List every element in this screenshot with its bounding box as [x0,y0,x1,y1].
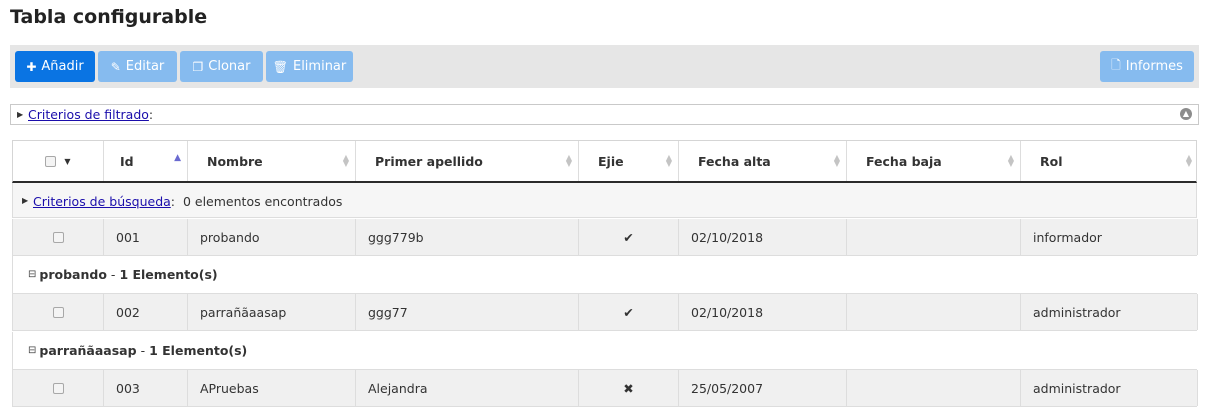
search-criteria-link[interactable]: Criterios de búsqueda [33,194,171,209]
sort-asc-icon: ▲ [174,153,181,163]
group-count: 1 Elemento(s) [149,343,248,358]
cell-id: 002 [104,294,188,330]
cell-apellido: Alejandra [356,370,579,406]
column-header-fecha-alta-label: Fecha alta [698,153,771,169]
delete-button[interactable]: 🗑 Eliminar [266,51,353,82]
cell-fecha-alta: 02/10/2018 [679,294,847,330]
cell-rol: administrador [1021,370,1198,406]
select-all-cell[interactable]: ▼ [13,141,104,181]
sort-icon: ▲ ▼ [342,153,349,168]
toolbar: ✚ Añadir ✎ Editar ❐ Clonar 🗑 Eliminar 🗋 … [10,45,1199,88]
table-header: ▼ Id ▲ Nombre ▲ ▼ Primer apellido ▲ ▼ Ejie… [12,140,1197,183]
chevron-down-icon[interactable]: ▼ [64,157,70,166]
table-row[interactable]: 002 parrañãaasap ggg77 ✔ 02/10/2018 admi… [12,294,1198,331]
column-header-apellido-label: Primer apellido [375,153,483,169]
reports-button[interactable]: 🗋 Informes [1100,51,1194,82]
group-name: probando [39,267,107,282]
filter-panel: ▶ Criterios de filtrado: ▲ [10,104,1199,125]
group-count: 1 Elemento(s) [119,267,218,282]
column-header-nombre-label: Nombre [207,153,263,169]
filter-criteria-suffix: : [148,107,154,122]
column-header-rol-label: Rol [1040,153,1063,169]
caret-right-icon[interactable]: ▶ [22,196,28,205]
group-name: parrañãaasap [39,343,137,358]
column-header-id-label: Id [120,153,134,169]
sort-icon: ▲ ▼ [665,153,672,168]
cell-apellido: ggg77 [356,294,579,330]
filter-criteria-link[interactable]: Criterios de filtrado [28,107,149,122]
cell-rol: informador [1021,219,1198,255]
cross-icon: ✖ [579,370,679,406]
column-header-fecha-baja-label: Fecha baja [866,153,942,169]
sort-icon: ▲ ▼ [1185,153,1192,168]
plus-icon: ✚ [26,59,37,74]
collapse-group-icon[interactable]: ⊟ [28,345,36,356]
cell-fecha-baja [847,294,1021,330]
check-icon: ✔ [579,294,679,330]
column-header-ejie-label: Ejie [598,153,624,169]
group-header[interactable]: ⊟ parrañãaasap - 1 Elemento(s) [12,332,1197,370]
cell-fecha-baja [847,219,1021,255]
row-select-cell[interactable] [13,370,104,406]
sort-icon: ▲ ▼ [565,153,572,168]
search-criteria: Criterios de búsqueda: 0 elementos encon… [33,194,342,209]
page-title: Tabla configurable [10,6,208,28]
group-separator: - [140,343,146,358]
document-icon: 🗋 [1111,58,1121,72]
row-checkbox[interactable] [52,231,64,243]
column-header-rol[interactable]: Rol ▲ ▼ [1021,141,1198,181]
caret-right-icon[interactable]: ▶ [17,105,23,124]
edit-icon: ✎ [110,59,121,74]
reports-button-label: Informes [1125,59,1183,74]
table-row[interactable]: 001 probando ggg779b ✔ 02/10/2018 inform… [12,219,1198,256]
table-row[interactable]: 003 APruebas Alejandra ✖ 25/05/2007 admi… [12,370,1198,407]
clone-button-label: Clonar [208,59,251,74]
search-criteria-row: ▶ Criterios de búsqueda: 0 elementos enc… [12,183,1197,218]
cell-nombre: APruebas [188,370,356,406]
cell-id: 001 [104,219,188,255]
column-header-nombre[interactable]: Nombre ▲ ▼ [188,141,356,181]
cell-id: 003 [104,370,188,406]
cell-fecha-alta: 02/10/2018 [679,219,847,255]
row-checkbox[interactable] [52,382,64,394]
sort-icon: ▲ ▼ [1007,153,1014,168]
trash-icon: 🗑 [272,59,288,74]
delete-button-label: Eliminar [292,59,347,74]
select-all-checkbox[interactable] [45,155,57,167]
column-header-apellido[interactable]: Primer apellido ▲ ▼ [356,141,579,181]
add-button-label: Añadir [41,59,84,74]
check-icon: ✔ [579,219,679,255]
column-header-id[interactable]: Id ▲ [104,141,188,181]
clone-icon: ❐ [192,59,204,74]
search-criteria-suffix: : [170,194,176,209]
cell-apellido: ggg779b [356,219,579,255]
group-header[interactable]: ⊟ probando - 1 Elemento(s) [12,256,1197,294]
column-header-ejie[interactable]: Ejie ▲ ▼ [579,141,679,181]
cell-fecha-alta: 25/05/2007 [679,370,847,406]
group-separator: - [110,267,116,282]
edit-button-label: Editar [125,59,165,74]
clone-button[interactable]: ❐ Clonar [180,51,263,82]
column-header-fecha-alta[interactable]: Fecha alta ▲ ▼ [679,141,847,181]
cell-nombre: parrañãaasap [188,294,356,330]
row-select-cell[interactable] [13,219,104,255]
row-select-cell[interactable] [13,294,104,330]
cell-nombre: probando [188,219,356,255]
add-button[interactable]: ✚ Añadir [15,51,95,82]
sort-icon: ▲ ▼ [833,153,840,168]
results-count: 0 elementos encontrados [182,194,343,209]
edit-button[interactable]: ✎ Editar [98,51,177,82]
column-header-fecha-baja[interactable]: Fecha baja ▲ ▼ [847,141,1021,181]
cell-fecha-baja [847,370,1021,406]
cell-rol: administrador [1021,294,1198,330]
collapse-circle-icon[interactable]: ▲ [1180,108,1192,120]
row-checkbox[interactable] [52,306,64,318]
filter-criteria: Criterios de filtrado: [28,105,153,124]
collapse-group-icon[interactable]: ⊟ [28,269,36,280]
